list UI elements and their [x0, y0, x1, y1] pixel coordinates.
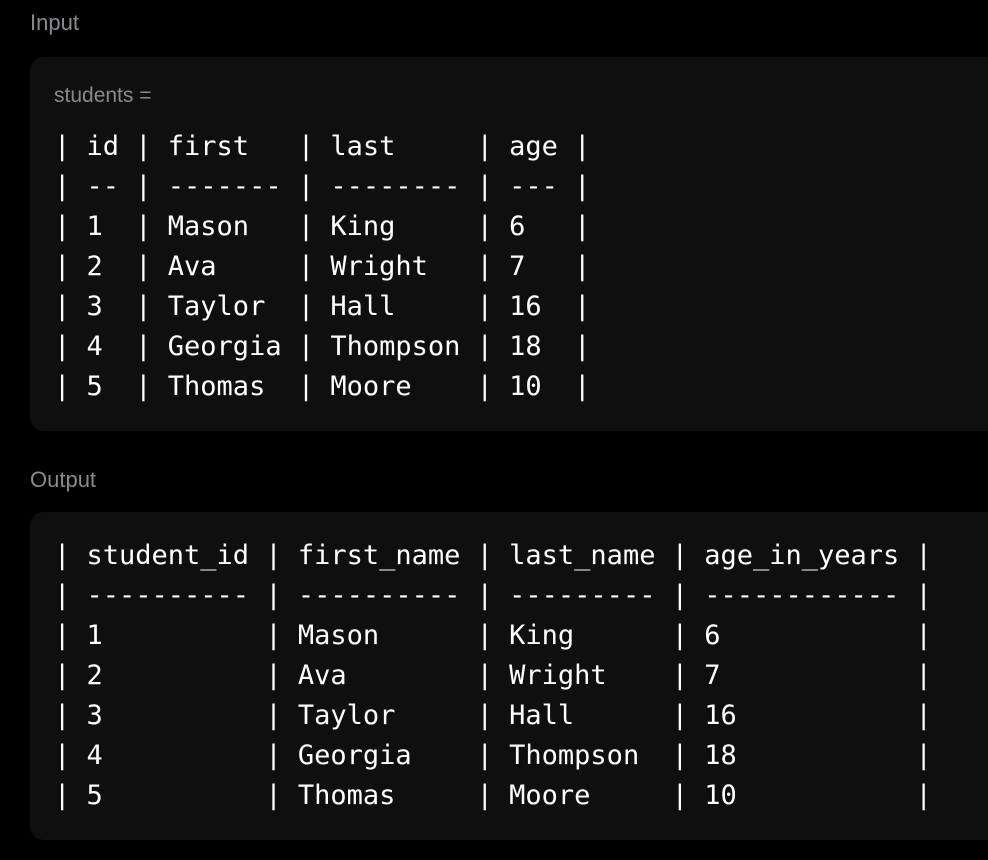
input-table: | id | first | last | age | | -- | ------…: [54, 127, 590, 407]
output-table: | student_id | first_name | last_name | …: [54, 536, 932, 816]
output-table-row: | 4 | Georgia | Thompson | 18 |: [54, 740, 932, 771]
output-table-row: | 3 | Taylor | Hall | 16 |: [54, 700, 932, 731]
output-table-row: | 1 | Mason | King | 6 |: [54, 620, 932, 651]
input-table-row: | 1 | Mason | King | 6 |: [54, 211, 591, 242]
output-table-header-row: | student_id | first_name | last_name | …: [54, 540, 932, 571]
output-section-label: Output: [30, 467, 97, 492]
input-table-row: | 4 | Georgia | Thompson | 18 |: [54, 331, 591, 362]
input-table-row: | 5 | Thomas | Moore | 10 |: [54, 371, 591, 402]
input-table-row: | 2 | Ava | Wright | 7 |: [54, 251, 591, 282]
input-table-header-row: | id | first | last | age |: [54, 131, 591, 162]
input-panel: students = | id | first | last | age | | …: [30, 57, 988, 431]
output-table-separator-row: | ---------- | ---------- | --------- | …: [54, 580, 932, 611]
input-table-separator-row: | -- | ------- | -------- | --- |: [54, 171, 591, 202]
input-section-label: Input: [30, 10, 79, 35]
input-variable-name: students =: [54, 84, 152, 107]
output-table-row: | 2 | Ava | Wright | 7 |: [54, 660, 932, 691]
output-panel: | student_id | first_name | last_name | …: [30, 512, 988, 840]
input-table-row: | 3 | Taylor | Hall | 16 |: [54, 291, 591, 322]
output-table-row: | 5 | Thomas | Moore | 10 |: [54, 780, 932, 811]
